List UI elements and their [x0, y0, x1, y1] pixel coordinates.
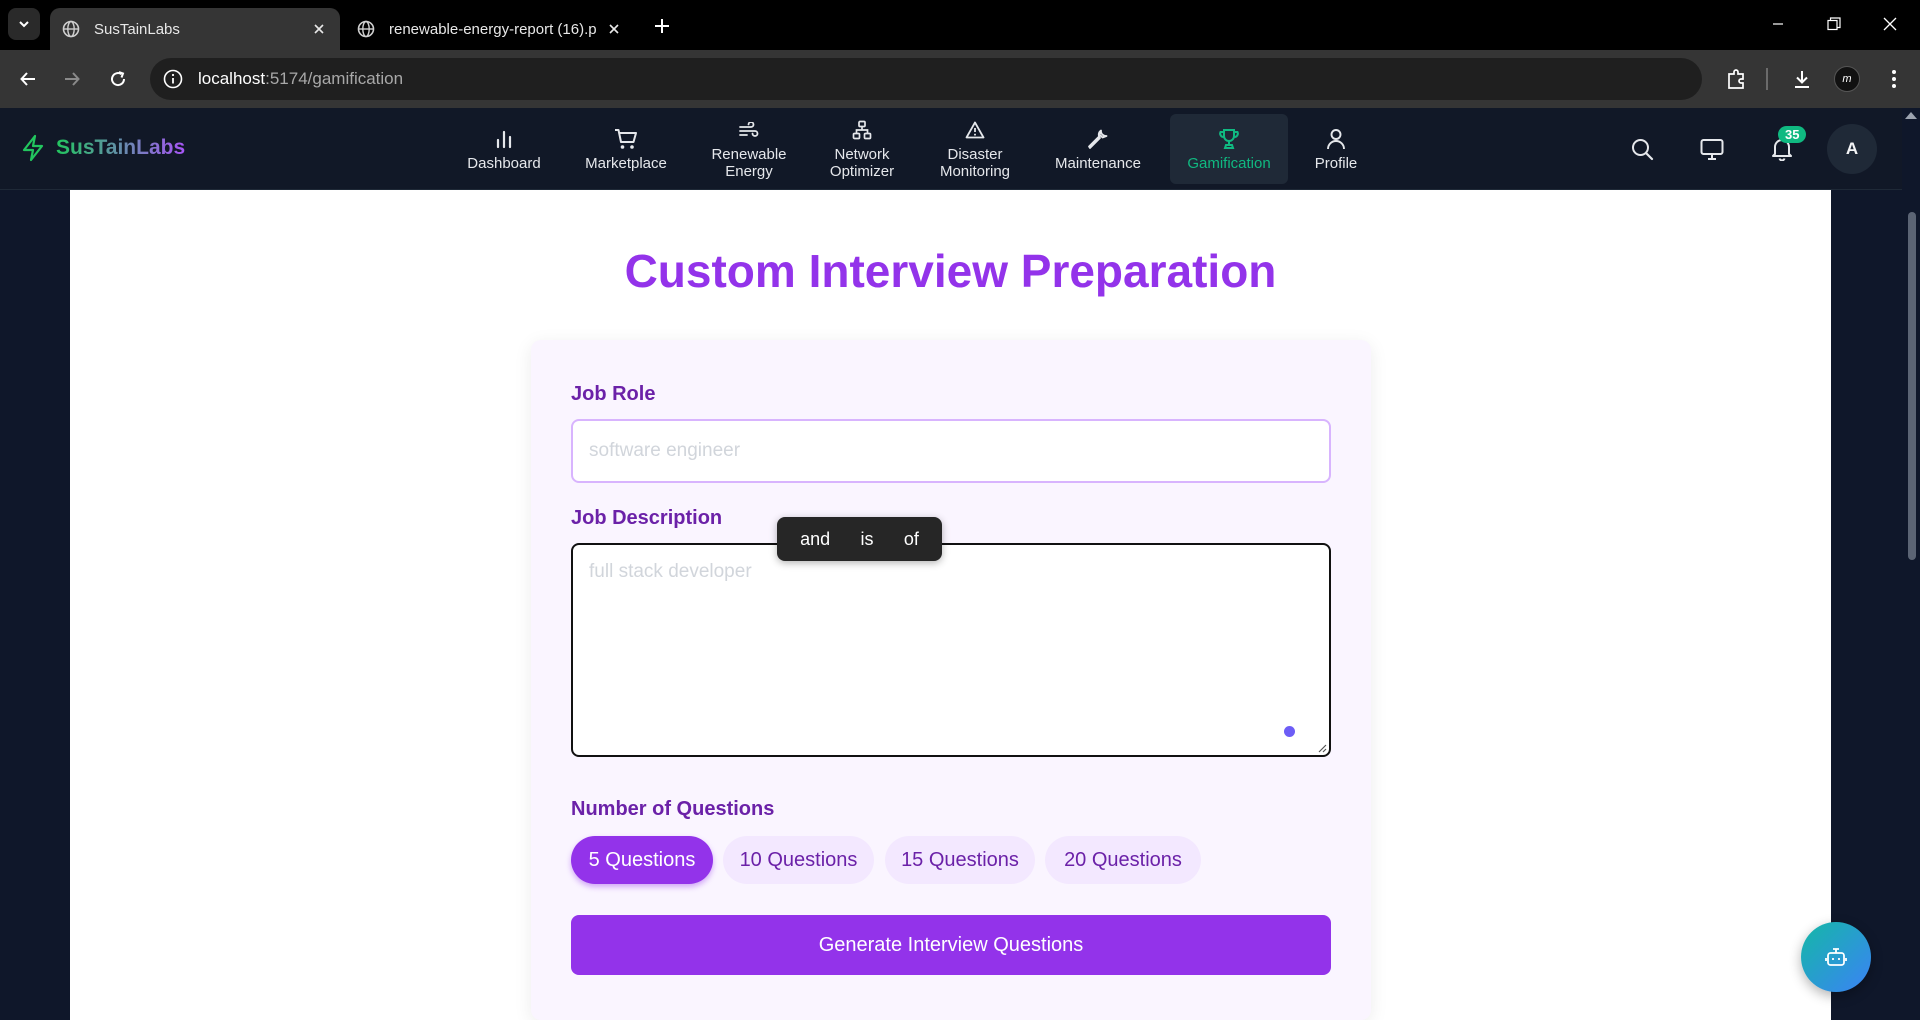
generate-questions-button[interactable]: Generate Interview Questions: [571, 915, 1331, 975]
browser-tabstrip: SusTainLabs renewable-energy-report (16)…: [0, 0, 1920, 50]
download-icon: [1795, 71, 1809, 88]
nav-maintenance[interactable]: Maintenance: [1046, 114, 1150, 184]
restore-button[interactable]: [1812, 8, 1856, 40]
nav-network-optimizer[interactable]: Network Optimizer: [818, 114, 906, 184]
chevron-down-icon: [19, 21, 29, 28]
arrow-right-icon: [65, 72, 80, 86]
word-suggestion-popup: and is of: [777, 517, 942, 561]
robot-icon: [1825, 948, 1847, 966]
question-count-option-15[interactable]: 15 Questions: [885, 836, 1035, 884]
brand-logo[interactable]: SusTainLabs: [20, 134, 185, 162]
job-role-label: Job Role: [571, 383, 656, 405]
search-icon: [1632, 139, 1654, 161]
question-count-option-10[interactable]: 10 Questions: [723, 836, 874, 884]
browser-toolbar: localhost:5174/gamification m: [0, 50, 1920, 132]
chatbot-button[interactable]: [1801, 922, 1871, 992]
url-host: localhost: [198, 69, 266, 88]
scroll-up-arrow-icon[interactable]: [1905, 112, 1917, 119]
address-bar[interactable]: localhost:5174/gamification: [150, 58, 1702, 100]
close-icon[interactable]: [601, 16, 627, 42]
minimize-icon: [1773, 23, 1783, 25]
number-of-questions-label: Number of Questions: [571, 798, 775, 820]
wind-icon: [737, 118, 761, 142]
url-text: localhost:5174/gamification: [198, 69, 403, 89]
browser-menu-button[interactable]: [1878, 63, 1910, 95]
close-icon: [1883, 17, 1897, 31]
nav-dashboard[interactable]: Dashboard: [458, 114, 550, 184]
tab-search-button[interactable]: [8, 8, 40, 40]
globe-icon: [357, 20, 375, 38]
close-window-button[interactable]: [1868, 8, 1912, 40]
new-tab-button[interactable]: [648, 12, 676, 40]
plus-icon: [655, 19, 669, 33]
job-description-label: Job Description: [571, 507, 723, 529]
puzzle-icon: [1728, 69, 1744, 89]
resize-handle-icon[interactable]: [1317, 743, 1327, 753]
monitor-icon: [1700, 139, 1724, 160]
tab-title: SusTainLabs: [94, 20, 180, 38]
search-button[interactable]: [1624, 131, 1660, 167]
brand-name: SusTainLabs: [56, 136, 186, 159]
nav-label: Network Optimizer: [829, 146, 895, 180]
nav-marketplace[interactable]: Marketplace: [574, 114, 678, 184]
suggestion-item[interactable]: is: [861, 529, 874, 550]
cart-icon: [614, 127, 638, 151]
notification-count-badge: 35: [1778, 126, 1807, 143]
browser-tab[interactable]: renewable-energy-report (16).p: [345, 8, 635, 50]
info-icon[interactable]: [162, 68, 184, 90]
lightning-icon: [22, 134, 44, 162]
minimize-button[interactable]: [1756, 8, 1800, 40]
url-path: :5174/gamification: [265, 69, 404, 88]
nav-disaster-monitoring[interactable]: Disaster Monitoring: [928, 114, 1022, 184]
app-navbar: SusTainLabs Dashboard Marketplace Renewa…: [0, 108, 1902, 190]
nav-label: Disaster Monitoring: [939, 146, 1011, 180]
nav-gamification[interactable]: Gamification: [1170, 114, 1288, 184]
forward-button[interactable]: [56, 63, 88, 95]
avatar[interactable]: A: [1827, 124, 1877, 174]
display-button[interactable]: [1694, 131, 1730, 167]
reload-button[interactable]: [102, 63, 134, 95]
question-count-option-5[interactable]: 5 Questions: [571, 836, 713, 884]
nav-label: Maintenance: [1055, 154, 1141, 172]
trophy-icon: [1217, 127, 1241, 151]
question-count-option-20[interactable]: 20 Questions: [1045, 836, 1201, 884]
tab-title: renewable-energy-report (16).p: [389, 20, 597, 38]
globe-icon: [62, 20, 80, 38]
downloads-button[interactable]: [1786, 63, 1818, 95]
extensions-button[interactable]: [1720, 63, 1752, 95]
writing-assistant-dot[interactable]: [1284, 726, 1295, 737]
reload-icon: [111, 71, 126, 87]
browser-profile-avatar[interactable]: m: [1834, 66, 1860, 92]
kebab-menu-icon: [1892, 70, 1896, 88]
suggestion-item[interactable]: of: [904, 529, 919, 550]
page-title: Custom Interview Preparation: [624, 245, 1277, 297]
job-description-textarea[interactable]: [571, 543, 1331, 757]
wrench-icon: [1086, 127, 1110, 151]
close-icon[interactable]: [306, 16, 332, 42]
network-icon: [850, 118, 874, 142]
arrow-left-icon: [20, 72, 35, 86]
toolbar-divider: [1766, 68, 1768, 90]
nav-label: Marketplace: [585, 154, 667, 172]
nav-label: Gamification: [1187, 154, 1271, 172]
restore-icon: [1827, 17, 1841, 31]
nav-label: Renewable Energy: [711, 146, 787, 180]
back-button[interactable]: [12, 63, 44, 95]
suggestion-item[interactable]: and: [800, 529, 830, 550]
nav-profile[interactable]: Profile: [1300, 114, 1372, 184]
browser-tab-active[interactable]: SusTainLabs: [50, 8, 340, 50]
nav-renewable-energy[interactable]: Renewable Energy: [700, 114, 798, 184]
bar-chart-icon: [492, 127, 516, 151]
scrollbar-thumb[interactable]: [1908, 212, 1916, 560]
user-icon: [1324, 127, 1348, 151]
warning-icon: [963, 118, 987, 142]
nav-label: Dashboard: [467, 154, 541, 172]
job-role-input[interactable]: [571, 419, 1331, 483]
nav-label: Profile: [1314, 154, 1358, 172]
